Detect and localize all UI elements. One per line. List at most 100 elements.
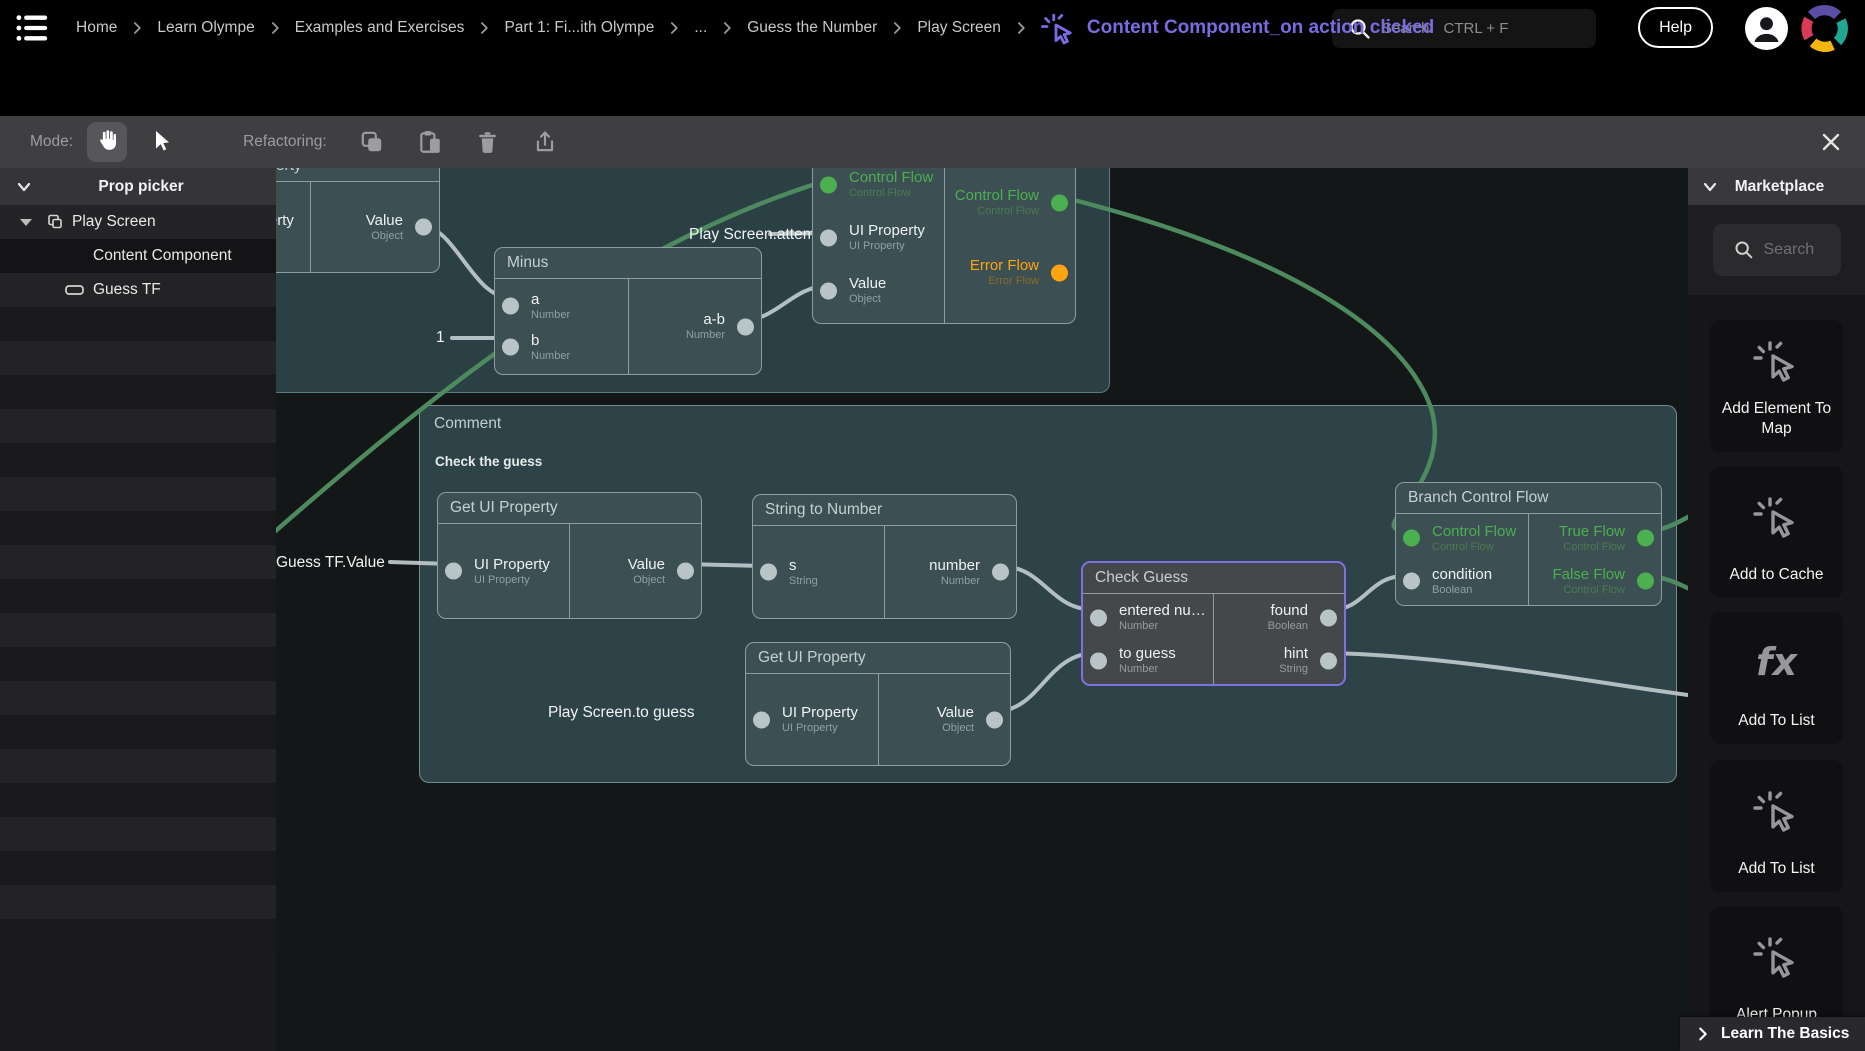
port-pin[interactable] <box>820 176 837 193</box>
hand-tool-button[interactable] <box>87 122 127 162</box>
node-set-ui-property[interactable]: Control Flow Control Flow UI Property UI… <box>812 168 1076 324</box>
port-pin[interactable] <box>415 219 432 236</box>
port-pin[interactable] <box>1090 609 1107 626</box>
port-pin[interactable] <box>1051 194 1068 211</box>
tree-item-guess-tf[interactable]: Guess TF <box>0 273 276 307</box>
marketplace-card-add-to-list-fx[interactable]: fx Add To List <box>1710 612 1843 744</box>
port-pin[interactable] <box>502 339 519 356</box>
port-pin[interactable] <box>1051 264 1068 281</box>
port-pin[interactable] <box>1320 652 1337 669</box>
port-ab-out[interactable]: a-b Number <box>629 309 762 345</box>
breadcrumb-part1[interactable]: Part 1: Fi...ith Olympe <box>504 19 654 37</box>
marketplace-search-input[interactable]: Search <box>1713 224 1841 276</box>
prop-picker-header[interactable]: Prop picker <box>0 168 276 205</box>
search-icon <box>1733 239 1755 261</box>
wire-hint-out[interactable] <box>1330 653 1688 695</box>
node-check-guess[interactable]: Check Guess entered nu… Number to guess … <box>1081 561 1346 686</box>
node-get-ui-property-2[interactable]: Get UI Property UI Property UI Property … <box>745 642 1011 766</box>
port-pin[interactable] <box>737 318 754 335</box>
port-ui-property-in[interactable]: UI Property UI Property <box>276 209 310 245</box>
marketplace-card-add-to-list[interactable]: Add To List <box>1710 760 1843 892</box>
breadcrumb-ellipsis[interactable]: ... <box>694 19 707 37</box>
port-entered-number-in[interactable]: entered nu… Number <box>1083 600 1213 636</box>
copy-button[interactable] <box>359 129 385 155</box>
caret-down-icon[interactable] <box>20 219 32 226</box>
delete-button[interactable] <box>475 130 500 155</box>
port-pin[interactable] <box>1637 573 1654 590</box>
port-pin[interactable] <box>820 229 837 246</box>
port-b-in[interactable]: b Number <box>495 329 628 365</box>
binding-label-to-guess[interactable]: Play Screen.to guess <box>548 704 694 722</box>
paste-button[interactable] <box>417 129 443 155</box>
port-found-out[interactable]: found Boolean <box>1214 600 1344 636</box>
breadcrumb-examples[interactable]: Examples and Exercises <box>295 19 465 37</box>
port-pin[interactable] <box>760 564 777 581</box>
port-pin[interactable] <box>445 563 462 580</box>
port-s-in[interactable]: s String <box>753 554 884 590</box>
literal-one[interactable]: 1 <box>436 329 445 347</box>
port-value-out[interactable]: Value Object <box>570 553 701 589</box>
prop-picker-panel: Prop picker Play Screen Content Componen… <box>0 168 276 1051</box>
port-hint-out[interactable]: hint String <box>1214 643 1344 679</box>
port-to-guess-in[interactable]: to guess Number <box>1083 643 1213 679</box>
port-ui-property-in[interactable]: UI Property UI Property <box>813 220 944 256</box>
port-false-flow-out[interactable]: False Flow Control Flow <box>1529 563 1661 599</box>
port-ui-property-in[interactable]: UI Property UI Property <box>438 553 569 589</box>
chevron-right-icon <box>1014 21 1028 35</box>
node-branch-control-flow[interactable]: Branch Control Flow Control Flow Control… <box>1395 482 1662 606</box>
breadcrumb-play-screen[interactable]: Play Screen <box>917 19 1001 37</box>
breadcrumb-home[interactable]: Home <box>76 19 117 37</box>
port-control-flow-in[interactable]: Control Flow Control Flow <box>813 168 944 203</box>
close-icon[interactable] <box>1819 130 1843 154</box>
port-pin[interactable] <box>1320 609 1337 626</box>
node-string-to-number[interactable]: String to Number s String number Number <box>752 494 1017 619</box>
component-icon <box>46 213 64 231</box>
marketplace-panel: Marketplace Search Add Element To Map Ad… <box>1688 168 1865 1051</box>
port-value-out[interactable]: Value Object <box>311 209 439 245</box>
marketplace-header[interactable]: Marketplace <box>1688 168 1865 205</box>
breadcrumb-guess-the-number[interactable]: Guess the Number <box>747 19 877 37</box>
node-get-ui-property-top[interactable]: Get UI Property UI Property UI Property … <box>276 168 440 273</box>
port-pin[interactable] <box>1403 530 1420 547</box>
port-ui-property-in[interactable]: UI Property UI Property <box>746 702 878 738</box>
breadcrumb-learn-olympe[interactable]: Learn Olympe <box>157 19 254 37</box>
port-true-flow-out[interactable]: True Flow Control Flow <box>1529 520 1661 556</box>
marketplace-card-add-element-to-map[interactable]: Add Element To Map <box>1710 320 1843 452</box>
user-avatar[interactable] <box>1745 7 1788 50</box>
chevron-right-icon <box>130 21 144 35</box>
binding-label-attempts[interactable]: Play Screen.attempts <box>689 226 770 244</box>
port-pin[interactable] <box>986 711 1003 728</box>
port-pin[interactable] <box>1637 530 1654 547</box>
port-pin[interactable] <box>677 563 694 580</box>
chevron-down-icon[interactable] <box>1700 177 1720 197</box>
port-control-flow-in[interactable]: Control Flow Control Flow <box>1396 520 1528 556</box>
flow-canvas[interactable]: Comment Check the guess Play Screen.atte… <box>276 168 1688 1051</box>
port-condition-in[interactable]: condition Boolean <box>1396 563 1528 599</box>
node-get-ui-property-1[interactable]: Get UI Property UI Property UI Property … <box>437 492 702 619</box>
port-pin[interactable] <box>1090 652 1107 669</box>
chevron-down-icon[interactable] <box>14 177 34 197</box>
node-minus[interactable]: Minus a Number b Number a-b Number <box>494 247 762 375</box>
port-pin[interactable] <box>502 298 519 315</box>
port-value-in[interactable]: Value Object <box>813 273 944 309</box>
port-control-flow-out[interactable]: Control Flow Control Flow <box>945 185 1076 221</box>
port-a-in[interactable]: a Number <box>495 288 628 324</box>
port-number-out[interactable]: number Number <box>885 554 1016 590</box>
menu-list-icon[interactable] <box>14 11 50 45</box>
help-button[interactable]: Help <box>1638 7 1713 48</box>
export-icon[interactable] <box>532 129 558 155</box>
port-value-out[interactable]: Value Object <box>879 702 1011 738</box>
port-error-flow-out[interactable]: Error Flow Error Flow <box>945 255 1076 291</box>
port-pin[interactable] <box>820 282 837 299</box>
select-tool-button[interactable] <box>141 122 181 162</box>
wire-control-flow-to-branch[interactable] <box>1062 197 1435 530</box>
binding-label-guess-tf-value[interactable]: Guess TF.Value <box>276 554 385 572</box>
learn-the-basics-bar[interactable]: Learn The Basics <box>1680 1017 1865 1051</box>
tree-item-content-component[interactable]: Content Component <box>0 239 276 273</box>
port-pin[interactable] <box>1403 573 1420 590</box>
marketplace-card-add-to-cache[interactable]: Add to Cache <box>1710 466 1843 598</box>
tree-item-play-screen[interactable]: Play Screen <box>0 205 276 239</box>
port-pin[interactable] <box>753 711 770 728</box>
olympe-logo[interactable] <box>1800 4 1849 53</box>
port-pin[interactable] <box>992 564 1009 581</box>
